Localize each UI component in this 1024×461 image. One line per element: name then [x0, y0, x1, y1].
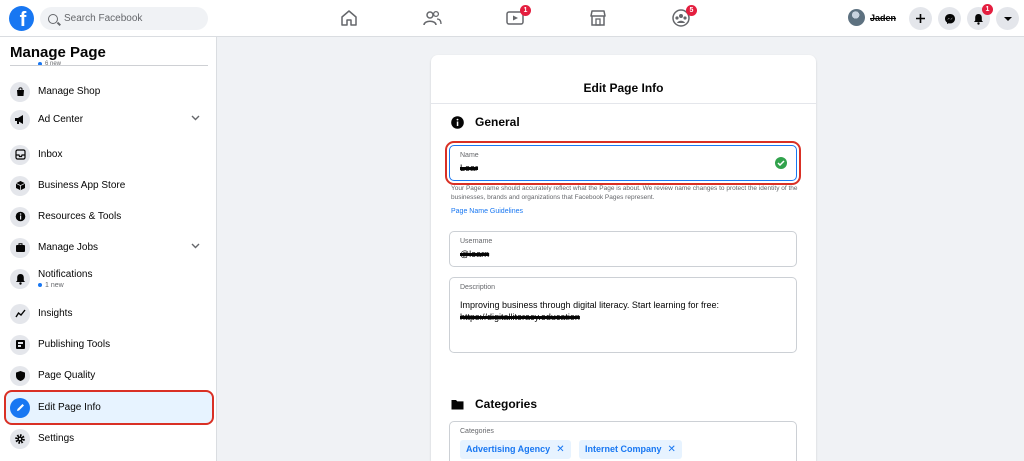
home-icon[interactable]: [339, 8, 359, 28]
bell-icon: [10, 268, 30, 289]
username-input[interactable]: @learn: [460, 249, 489, 259]
page-name-field[interactable]: Name Lear: [445, 141, 801, 185]
plus-icon: [916, 14, 925, 23]
account-menu-button[interactable]: [996, 7, 1019, 30]
sidebar-item-insights[interactable]: Insights: [6, 298, 212, 329]
profile-button[interactable]: Jaden: [848, 9, 896, 26]
sidebar-item-resources-tools[interactable]: Resources & Tools: [6, 201, 212, 232]
check-icon: [775, 157, 787, 169]
messenger-button[interactable]: [938, 7, 961, 30]
avatar: [848, 9, 865, 26]
info-icon: [451, 115, 464, 129]
username-field[interactable]: Username @learn: [449, 231, 797, 267]
sidebar-item-ad-center[interactable]: Ad Center: [6, 104, 212, 135]
publishing-icon: [10, 334, 30, 355]
card-title: Edit Page Info: [583, 81, 664, 95]
sidebar-item-publishing-tools[interactable]: Publishing Tools: [6, 329, 212, 360]
sidebar-title: Manage Page: [10, 44, 106, 61]
cube-icon: [10, 175, 30, 196]
profile-name: Jaden: [870, 12, 897, 23]
top-navigation-bar: f 1 5 Jaden 1: [0, 0, 1024, 37]
insights-icon: [10, 303, 30, 324]
description-link: https://digitalliteracy.education: [460, 312, 580, 322]
general-section-heading: General: [451, 115, 520, 129]
groups-icon[interactable]: 5: [671, 5, 697, 28]
description-input[interactable]: Improving business through digital liter…: [460, 299, 780, 323]
partial-item-subtext: 6 new: [38, 61, 61, 67]
category-chip[interactable]: Internet Company ✕: [579, 439, 682, 459]
categories-section-heading: Categories: [451, 397, 537, 411]
categories-field[interactable]: Categories Advertising Agency ✕ Internet …: [449, 421, 797, 461]
friends-icon[interactable]: [422, 8, 442, 28]
manage-page-sidebar: Manage Page 6 new Manage Shop Ad Center …: [0, 37, 217, 461]
search-box[interactable]: [40, 7, 208, 30]
card-divider: [431, 103, 816, 104]
category-chip[interactable]: Advertising Agency ✕: [460, 439, 571, 459]
sidebar-item-notifications[interactable]: Notifications 1 new: [6, 263, 212, 294]
shop-icon: [10, 81, 30, 102]
notifications-badge: 1: [982, 4, 993, 15]
caret-down-icon: [1003, 16, 1012, 21]
new-dot: [38, 283, 42, 287]
messenger-icon: [944, 13, 955, 24]
info-icon: [10, 206, 30, 227]
description-field[interactable]: Description Improving business through d…: [449, 277, 797, 353]
chevron-down-icon[interactable]: [191, 243, 200, 249]
page-name-input[interactable]: Lear: [460, 163, 478, 173]
sidebar-item-page-quality[interactable]: Page Quality: [6, 360, 212, 391]
inbox-icon: [10, 144, 30, 165]
folder-icon: [451, 399, 464, 409]
search-icon: [48, 13, 58, 24]
watch-badge: 1: [520, 5, 531, 16]
sidebar-item-business-app-store[interactable]: Business App Store: [6, 170, 212, 201]
sidebar-divider: [10, 65, 208, 66]
shield-icon: [10, 365, 30, 386]
megaphone-icon: [10, 109, 30, 130]
briefcase-icon: [10, 237, 30, 258]
chevron-down-icon[interactable]: [191, 115, 200, 121]
watch-icon[interactable]: 1: [505, 5, 531, 28]
page-name-help-text: Your Page name should accurately reflect…: [451, 185, 798, 201]
sidebar-item-settings[interactable]: Settings: [6, 423, 212, 454]
create-button[interactable]: [909, 7, 932, 30]
sidebar-item-manage-shop[interactable]: Manage Shop: [6, 76, 212, 107]
marketplace-icon[interactable]: [588, 8, 608, 28]
sidebar-item-edit-page-info[interactable]: Edit Page Info: [4, 390, 214, 425]
page-name-guidelines-link[interactable]: Page Name Guidelines: [451, 208, 523, 215]
remove-chip-icon[interactable]: ✕: [668, 444, 676, 455]
pencil-icon: [10, 397, 30, 418]
bell-icon: [974, 13, 983, 25]
gear-icon: [10, 428, 30, 449]
facebook-logo-icon[interactable]: f: [9, 6, 34, 31]
category-chips: Advertising Agency ✕ Internet Company ✕: [460, 439, 686, 459]
sidebar-item-manage-jobs[interactable]: Manage Jobs: [6, 232, 212, 263]
notifications-button[interactable]: 1: [967, 4, 993, 30]
remove-chip-icon[interactable]: ✕: [556, 444, 564, 455]
search-input[interactable]: [64, 13, 194, 24]
edit-page-info-card: Edit Page Info General Name Lear Your Pa…: [431, 55, 816, 461]
groups-badge: 5: [686, 5, 697, 16]
sidebar-item-inbox[interactable]: Inbox: [6, 139, 212, 170]
